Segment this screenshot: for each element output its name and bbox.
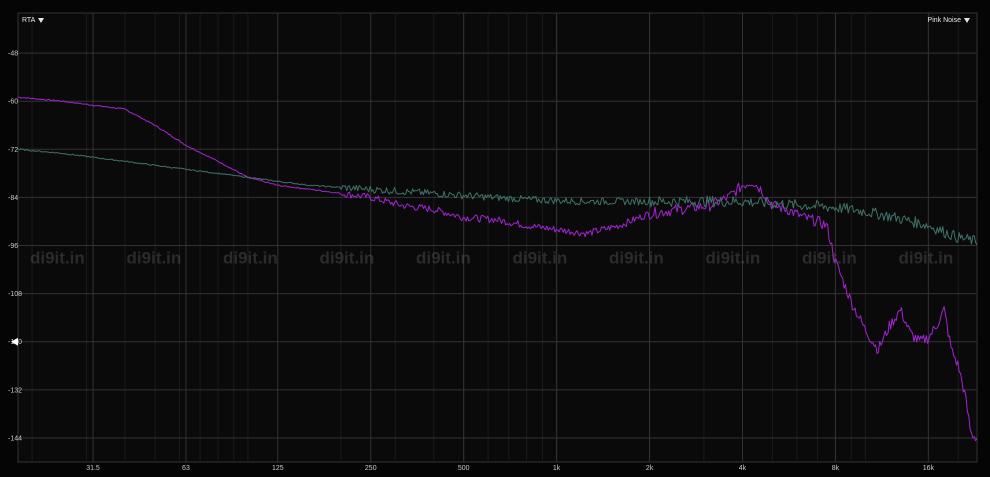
x-tick-label: 63 [182,465,190,472]
mode-label: RTA [22,17,36,24]
watermark-text: di9it.in [127,249,182,268]
watermark-text: di9it.in [320,249,375,268]
watermark-text: di9it.in [609,249,664,268]
y-tick-label: -48 [8,51,18,58]
y-tick-label: -144 [8,435,22,442]
plot-background [17,12,978,463]
watermark-text: di9it.in [223,249,278,268]
mode-dropdown[interactable]: RTA [22,17,45,24]
rta-analyzer-window: di9it.in di9it.in di9it.in di9it.in di9it.in… [0,0,990,477]
x-tick-label: 500 [458,465,470,472]
y-tick-label: -84 [8,195,18,202]
watermark-text: di9it.in [899,249,954,268]
x-tick-label: 16k [923,465,935,472]
x-tick-label: 2k [646,465,654,472]
watermark-text: di9it.in [513,249,568,268]
x-tick-label: 250 [365,465,377,472]
chevron-down-icon [38,18,45,23]
chevron-down-icon [964,18,970,23]
y-tick-label: -72 [8,147,18,154]
x-tick-label: 4k [739,465,747,472]
x-tick-label: 31.5 [86,465,100,472]
y-tick-label: -108 [8,291,22,298]
y-tick-label: -96 [8,243,18,250]
x-axis: 31.5 63 125 250 500 1k 2k 4k 8k 16k [86,465,934,472]
watermark-text: di9it.in [802,249,857,268]
watermark-text: di9it.in [30,249,85,268]
watermark-text: di9it.in [416,249,471,268]
y-tick-label: -132 [8,387,22,394]
rta-plot[interactable]: di9it.in di9it.in di9it.in di9it.in di9it.in… [0,0,990,477]
signal-dropdown[interactable]: Pink Noise [928,17,970,24]
signal-label: Pink Noise [927,17,961,24]
x-tick-label: 125 [272,465,284,472]
y-tick-label: -60 [8,99,18,106]
x-tick-label: 8k [832,465,840,472]
watermark-text: di9it.in [706,249,761,268]
x-tick-label: 1k [553,465,561,472]
